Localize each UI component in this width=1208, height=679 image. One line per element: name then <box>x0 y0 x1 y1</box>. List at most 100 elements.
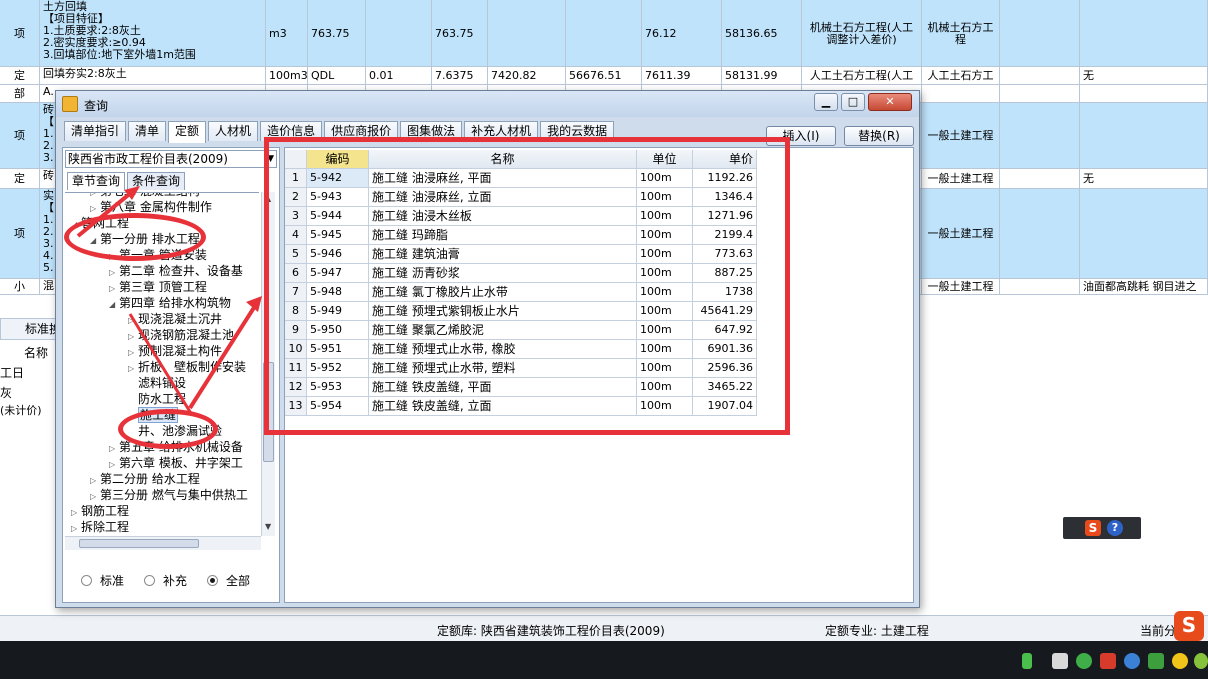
tree-node[interactable]: ◢ 第四章 给排水构筑物 <box>109 295 231 311</box>
bg-cell-c11: 一般土建工程 <box>922 279 1000 295</box>
tree-node[interactable]: ▷ 第三章 顶管工程 <box>109 279 207 295</box>
bg-cell-unit: m3 <box>266 0 308 67</box>
bg-cell-c12 <box>1000 279 1080 295</box>
tree-node-label: 折板、壁板制作安装 <box>138 360 247 374</box>
tree-hscroll-thumb[interactable] <box>79 539 199 548</box>
bg-table-row[interactable]: 定回填夯实2:8灰土 100m3 QDL 0.01 7.6375 7420.82 56676… <box>0 67 1208 85</box>
tree-node[interactable]: ▷ 第八章 金属构件制作 <box>90 199 212 215</box>
taskbar <box>0 641 1208 679</box>
bg-cell-c13: 油面都高跳耗 钢目进之 <box>1080 279 1208 295</box>
tree-node-label: 钢筋工程 <box>81 504 130 518</box>
tree-node-label: 第四章 给排水构筑物 <box>119 296 231 310</box>
tray-plus-icon[interactable] <box>1194 653 1208 669</box>
tray-green-icon[interactable] <box>1076 653 1092 669</box>
radio-dot-icon[interactable] <box>144 575 156 586</box>
bg-cell-c11: 机械土石方工程 <box>922 0 1000 67</box>
tree-node[interactable]: ▷ 拆除工程 <box>71 519 129 535</box>
radio-option[interactable]: 全部 <box>207 572 250 589</box>
radio-option[interactable]: 补充 <box>144 572 187 589</box>
tree-node[interactable]: ▷ 现浇混凝土沉井 <box>128 311 222 327</box>
bg-cell-c12 <box>1000 85 1080 103</box>
close-button[interactable]: ✕ <box>868 93 912 111</box>
tree-node[interactable]: ▷ 现浇钢筋混凝土池 <box>128 327 234 343</box>
status-quota-lib: 定额库: 陕西省建筑装饰工程价目表(2009) <box>437 624 665 638</box>
annotation-oval-joint <box>118 409 218 449</box>
tab-1[interactable]: 清单 <box>128 121 167 141</box>
bg-cell-type: 项 <box>0 0 40 67</box>
battery-icon[interactable] <box>1022 653 1032 669</box>
bg-cell-type: 项 <box>0 189 40 279</box>
tray-check-icon[interactable] <box>1148 653 1164 669</box>
bg-cell-type: 定 <box>0 169 40 189</box>
sogou-icon[interactable]: S <box>1085 520 1101 536</box>
bg-cell-c6 <box>488 0 566 67</box>
tree-node-label: 第三章 顶管工程 <box>119 280 207 294</box>
help-icon[interactable]: ? <box>1107 520 1123 536</box>
lower-label-name: 名称 <box>24 346 49 360</box>
bg-cell-c6: 7420.82 <box>488 67 566 85</box>
bg-cell-qty_expr: QDL <box>308 67 366 85</box>
scroll-down-icon[interactable]: ▼ <box>265 522 271 531</box>
tray-qq-icon[interactable] <box>1172 653 1188 669</box>
maximize-button[interactable]: □ <box>841 93 865 111</box>
subtab-1[interactable]: 条件查询 <box>127 172 186 190</box>
bg-cell-c13 <box>1080 103 1208 169</box>
radio-option[interactable]: 标准 <box>81 572 124 589</box>
tree-node-label: 预制混凝土构件 <box>138 344 223 358</box>
bg-cell-text: 土方回填 【项目特征】 1.土质要求:2:8灰土 2.密实度要求:≥0.94 3… <box>40 0 266 67</box>
library-select[interactable]: 陕西省市政工程价目表(2009) ▼ <box>65 150 277 168</box>
bg-cell-qty_expr: 763.75 <box>308 0 366 67</box>
tree-node[interactable]: ▷第七章 混凝土结构 <box>90 193 200 199</box>
minimize-button[interactable]: ▁ <box>814 93 838 111</box>
left-subtabs: 章节查询 条件查询 <box>67 172 187 190</box>
tab-3[interactable]: 人材机 <box>208 121 259 141</box>
tray-red-icon[interactable] <box>1100 653 1116 669</box>
ime-toolbar[interactable]: S ? <box>1063 517 1141 539</box>
bg-cell-c8: 7611.39 <box>642 67 722 85</box>
sogou-float-icon[interactable]: S <box>1174 611 1204 641</box>
radio-dot-icon[interactable] <box>81 575 92 586</box>
tree-node[interactable]: 滤料铺设 <box>128 375 186 391</box>
bg-cell-c12 <box>1000 103 1080 169</box>
tab-0[interactable]: 清单指引 <box>64 121 127 141</box>
tree-node[interactable]: ▷ 钢筋工程 <box>71 503 129 519</box>
tree-node-label: 第二分册 给水工程 <box>100 472 200 486</box>
bg-cell-c9: 58136.65 <box>722 0 802 67</box>
expand-open-icon[interactable]: ◢ <box>109 297 119 313</box>
tree-node[interactable]: ▷ 第二章 检查井、设备基 <box>109 263 243 279</box>
bg-cell-c12 <box>1000 67 1080 85</box>
tree-node[interactable]: ▷ 第六章 模板、井字架工 <box>109 455 243 471</box>
tree-node[interactable]: ▷ 折板、壁板制作安装 <box>128 359 246 375</box>
bg-cell-qty: 7.6375 <box>432 67 488 85</box>
tree-node[interactable]: ▷ 预制混凝土构件 <box>128 343 222 359</box>
radio-dot-icon[interactable] <box>207 575 219 586</box>
dialog-titlebar[interactable]: 查询 ▁ □ ✕ <box>56 91 919 117</box>
tree-node-label: 第八章 金属构件制作 <box>100 200 212 214</box>
bg-cell-c11: 人工土石方工 <box>922 67 1000 85</box>
tree-node-label: 拆除工程 <box>81 520 130 534</box>
subtab-0[interactable]: 章节查询 <box>67 172 126 190</box>
bg-cell-text: 回填夯实2:8灰土 <box>40 67 266 85</box>
tree-horizontal-scrollbar[interactable] <box>65 536 261 550</box>
tab-2[interactable]: 定额 <box>168 121 207 143</box>
bg-cell-c11: 一般土建工程 <box>922 189 1000 279</box>
bg-table-row[interactable]: 项土方回填 【项目特征】 1.土质要求:2:8灰土 2.密实度要求:≥0.94 … <box>0 0 1208 67</box>
tree-node-label: 第七章 混凝土结构 <box>100 193 200 198</box>
tree-node-label: 第二章 检查井、设备基 <box>119 264 243 278</box>
tree-node[interactable]: ▷ 第二分册 给水工程 <box>90 471 200 487</box>
bg-cell-c9: 58131.99 <box>722 67 802 85</box>
bg-cell-c12 <box>1000 0 1080 67</box>
bg-cell-c12 <box>1000 189 1080 279</box>
expand-closed-icon[interactable]: ▷ <box>71 521 81 536</box>
tree-node[interactable]: 防水工程 <box>128 391 186 407</box>
replace-button[interactable]: 替换(R) <box>844 126 914 146</box>
tray-chrome-icon[interactable] <box>1124 653 1140 669</box>
radio-label: 标准 <box>100 574 125 588</box>
tree-node[interactable]: ▷ 第三分册 燃气与集中供热工 <box>90 487 248 503</box>
library-select-value: 陕西省市政工程价目表(2009) <box>68 152 228 166</box>
annotation-rectangle <box>264 137 790 435</box>
tray-app-icon[interactable] <box>1052 653 1068 669</box>
tree-node-label: 现浇混凝土沉井 <box>138 312 223 326</box>
bg-cell-c13: 无 <box>1080 67 1208 85</box>
bg-cell-c10: 机械土石方工程(人工调整计入差价) <box>802 0 922 67</box>
